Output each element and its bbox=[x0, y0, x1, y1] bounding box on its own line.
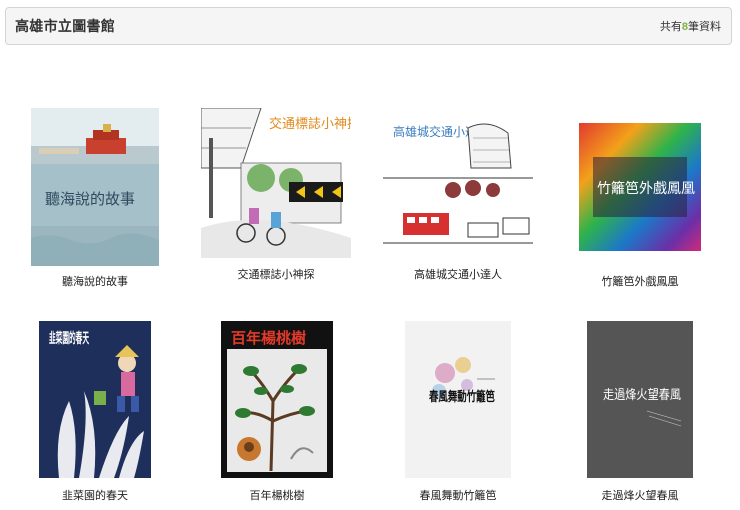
book-cover-4[interactable]: 竹籬笆外戲鳳凰 bbox=[579, 123, 701, 251]
result-count-suffix: 筆資料 bbox=[688, 21, 721, 33]
cover-title-text-6: 百年楊桃樹 bbox=[231, 329, 306, 347]
cover-title-text-1: 聽海說的故事 bbox=[45, 190, 135, 208]
book-cover-2[interactable]: 交通標誌小神探 bbox=[201, 108, 351, 258]
book-title-7[interactable]: 春風舞動竹籬笆 bbox=[368, 489, 548, 503]
page-header: 高雄市立圖書館 共有8筆資料 bbox=[5, 7, 732, 45]
book-title-3[interactable]: 高雄城交通小達人 bbox=[368, 268, 548, 282]
book-title-1[interactable]: 聽海說的故事 bbox=[5, 275, 185, 289]
cover-title-text-8: 走過烽火望春風 bbox=[603, 387, 681, 403]
cover-title-text-7: 春風舞動竹籬笆 bbox=[428, 389, 495, 405]
book-cover-1[interactable]: 聽海說的故事 bbox=[31, 108, 159, 266]
cover-title-text-4: 竹籬笆外戲鳳凰 bbox=[597, 181, 695, 197]
book-cover-6[interactable]: 百年楊桃樹 bbox=[221, 321, 333, 478]
result-count: 共有8筆資料 bbox=[660, 18, 721, 34]
book-cover-7[interactable]: 春風舞動竹籬笆 bbox=[405, 321, 511, 478]
result-count-prefix: 共有 bbox=[659, 21, 682, 33]
book-title-5[interactable]: 韭菜園的春天 bbox=[5, 489, 185, 503]
book-cover-3[interactable]: 高雄城交通小達人 bbox=[383, 118, 533, 258]
book-title-4[interactable]: 竹籬笆外戲鳳凰 bbox=[550, 275, 730, 289]
page-title: 高雄市立圖書館 bbox=[15, 18, 116, 34]
book-cover-8[interactable]: 走過烽火望春風 bbox=[587, 321, 693, 478]
book-title-6[interactable]: 百年楊桃樹 bbox=[187, 489, 367, 503]
book-cover-5[interactable]: 韭菜園的春天 bbox=[39, 321, 151, 478]
cover-title-text-2: 交通標誌小神探 bbox=[269, 116, 351, 132]
book-title-2[interactable]: 交通標誌小神探 bbox=[186, 268, 366, 282]
cover-title-text-5a: 韭菜園的春天 bbox=[49, 330, 89, 347]
book-title-8[interactable]: 走過烽火望春風 bbox=[550, 489, 730, 503]
